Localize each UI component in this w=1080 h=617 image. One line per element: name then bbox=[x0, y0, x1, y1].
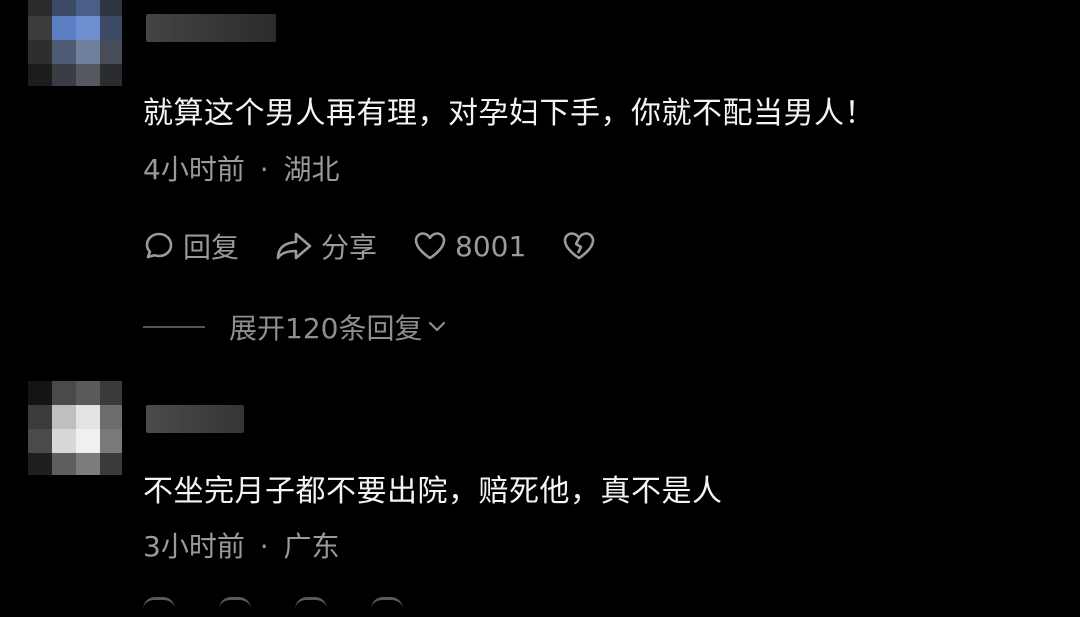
like-button[interactable]: 8001 bbox=[413, 230, 526, 263]
reply-button[interactable]: 回复 bbox=[143, 226, 239, 266]
heart-icon bbox=[413, 230, 447, 262]
expand-replies-button[interactable]: 展开120条回复 bbox=[143, 305, 448, 349]
heart-icon[interactable] bbox=[295, 597, 327, 612]
comment-actions-partial bbox=[143, 597, 447, 617]
share-arrow-icon[interactable] bbox=[219, 597, 251, 612]
comment-actions: 回复 分享 8001 bbox=[143, 224, 632, 268]
comment-bubble-icon bbox=[143, 230, 175, 262]
share-arrow-icon bbox=[275, 230, 313, 262]
comment-time: 3小时前 bbox=[143, 530, 245, 563]
comment-text: 就算这个男人再有理，对孕妇下手，你就不配当男人！ bbox=[143, 96, 875, 131]
broken-heart-icon[interactable] bbox=[371, 597, 403, 612]
dislike-button[interactable] bbox=[562, 230, 596, 262]
divider-line bbox=[143, 326, 205, 328]
comment-text: 不坐完月子都不要出院，赔死他，真不是人 bbox=[143, 474, 723, 509]
meta-separator: · bbox=[259, 153, 269, 186]
meta-separator: · bbox=[259, 530, 269, 563]
share-label: 分享 bbox=[321, 231, 378, 264]
broken-heart-icon bbox=[562, 230, 596, 262]
comment-location: 湖北 bbox=[283, 153, 340, 186]
comment-meta: 4小时前 · 湖北 bbox=[143, 148, 340, 188]
reply-label: 回复 bbox=[183, 231, 240, 264]
avatar[interactable] bbox=[28, 0, 122, 86]
comment-time: 4小时前 bbox=[143, 153, 245, 186]
like-count: 8001 bbox=[455, 229, 527, 263]
share-button[interactable]: 分享 bbox=[275, 226, 377, 266]
expand-replies-label: 展开120条回复 bbox=[229, 312, 423, 345]
chevron-down-icon bbox=[422, 311, 448, 344]
comment-item: 就算这个男人再有理，对孕妇下手，你就不配当男人！ 4小时前 · 湖北 回复 分享 bbox=[0, 0, 1080, 370]
comment-location: 广东 bbox=[283, 530, 340, 563]
comment-bubble-icon[interactable] bbox=[143, 597, 175, 612]
comment-item: 不坐完月子都不要出院，赔死他，真不是人 3小时前 · 广东 bbox=[0, 375, 1080, 608]
username-blurred[interactable] bbox=[146, 14, 276, 42]
avatar[interactable] bbox=[28, 381, 122, 475]
username-blurred[interactable] bbox=[146, 405, 244, 433]
comment-meta: 3小时前 · 广东 bbox=[143, 525, 340, 565]
